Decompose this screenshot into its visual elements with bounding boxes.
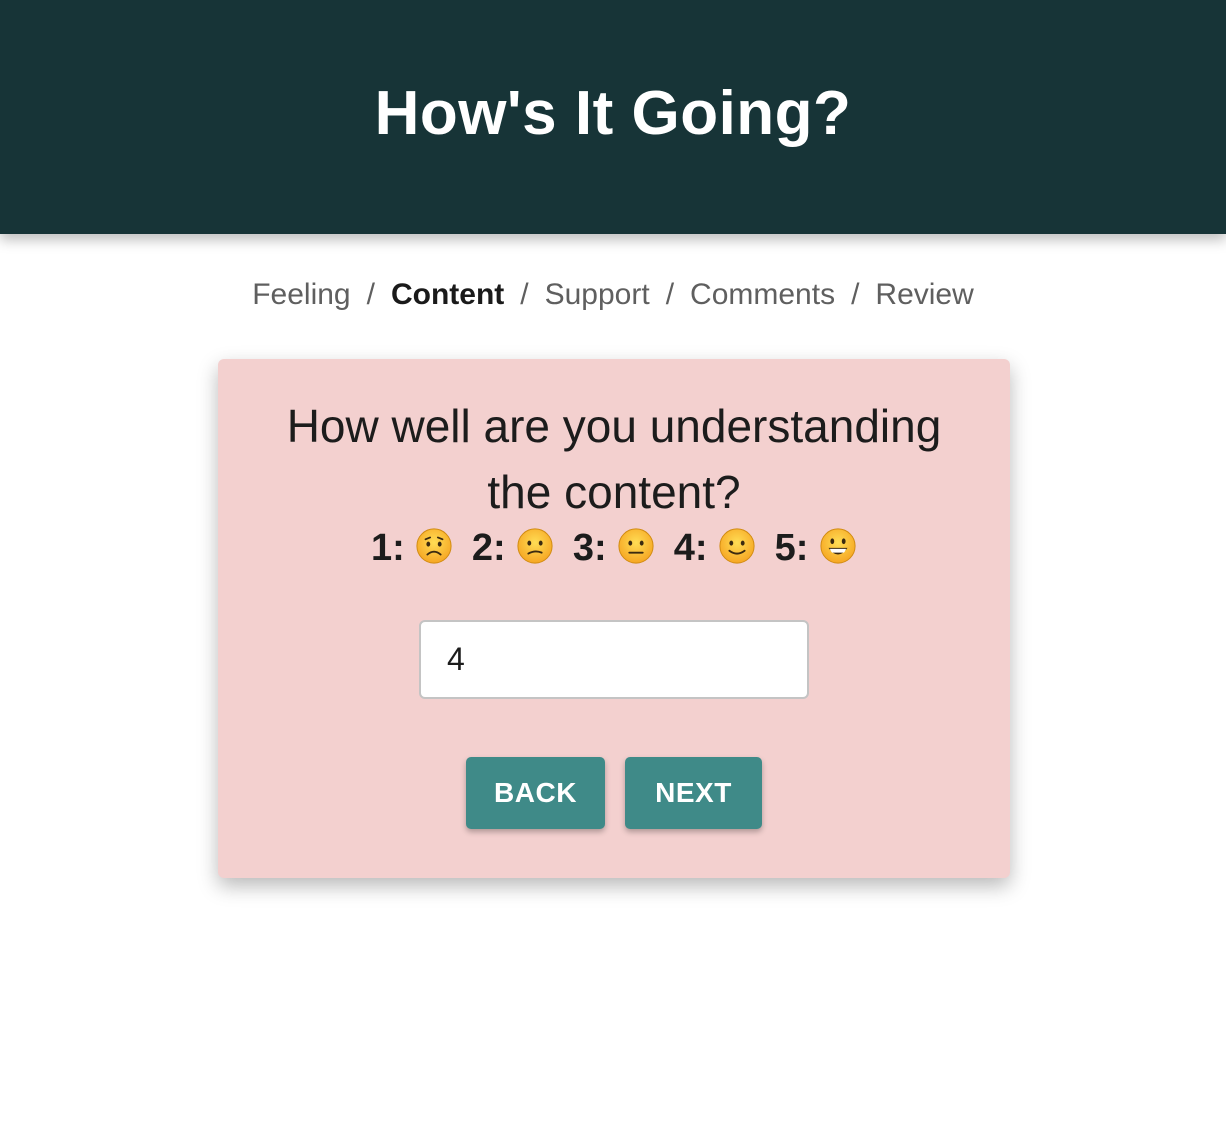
app-title: How's It Going? (374, 78, 852, 148)
scale-label: 3: (572, 527, 607, 569)
scale-item-2: 2: (472, 527, 554, 570)
breadcrumb-item-comments[interactable]: Comments (690, 278, 835, 311)
breadcrumb-separator: / (665, 278, 675, 311)
scale-label: 5: (774, 527, 809, 569)
scale-item-3: 3: (573, 527, 655, 570)
app-header: How's It Going? (0, 0, 1226, 234)
confused-face-icon (517, 528, 553, 564)
scale-item-4: 4: (674, 527, 756, 570)
breadcrumb-item-content[interactable]: Content (391, 278, 504, 311)
scale-label: 2: (471, 527, 506, 569)
slightly-smiling-face-icon (719, 528, 755, 564)
question-card: How well are you understanding the conte… (218, 359, 1010, 878)
breadcrumb-item-feeling[interactable]: Feeling (252, 278, 350, 311)
breadcrumb-item-review[interactable]: Review (875, 278, 973, 311)
grinning-face-icon (820, 528, 856, 564)
scale-label: 4: (673, 527, 708, 569)
rating-scale-legend: 1: 2: 3: 4: 5: (218, 527, 1010, 570)
scale-label: 1: (370, 527, 405, 569)
breadcrumb-item-support[interactable]: Support (545, 278, 650, 311)
next-button[interactable]: NEXT (625, 757, 762, 829)
question-text: How well are you understanding the conte… (286, 400, 942, 518)
rating-input[interactable] (419, 620, 809, 699)
breadcrumb-separator: / (520, 278, 529, 311)
scale-item-5: 5: (775, 527, 857, 570)
breadcrumb-separator: / (366, 278, 375, 311)
breadcrumb: Feeling / Content / Support / Comments / Review (0, 278, 1226, 312)
worried-face-icon (416, 528, 452, 564)
scale-item-1: 1: (371, 527, 453, 570)
back-button[interactable]: BACK (466, 757, 605, 829)
breadcrumb-separator: / (851, 278, 860, 311)
neutral-face-icon (618, 528, 654, 564)
